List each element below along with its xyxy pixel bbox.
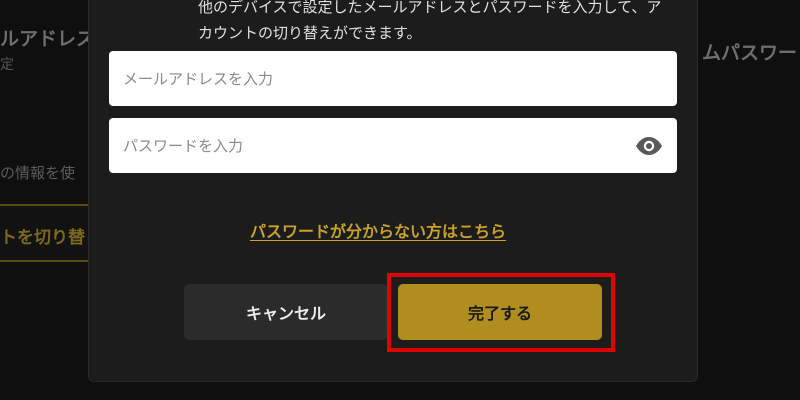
done-button[interactable]: 完了する (398, 284, 602, 340)
background-left-info: の情報を使 (0, 164, 76, 182)
eye-icon[interactable] (635, 136, 663, 156)
password-input[interactable] (123, 136, 635, 155)
email-input[interactable] (123, 69, 663, 88)
forgot-password-link[interactable]: パスワードが分からない方はこちら (250, 218, 506, 242)
background-left-subtitle: 定 (0, 57, 14, 73)
background-left-title: ルアドレス (0, 28, 96, 50)
background-right-title: ムパスワー (702, 42, 798, 64)
password-field[interactable] (109, 118, 677, 173)
cancel-button[interactable]: キャンセル (184, 284, 388, 340)
dialog-description: 他のデバイスで設定したメールアドレスとパスワードを入力して、アカウントの切り替え… (198, 0, 662, 42)
background-switch-button-label: トを切り替 (0, 228, 85, 248)
email-field[interactable] (109, 51, 677, 106)
